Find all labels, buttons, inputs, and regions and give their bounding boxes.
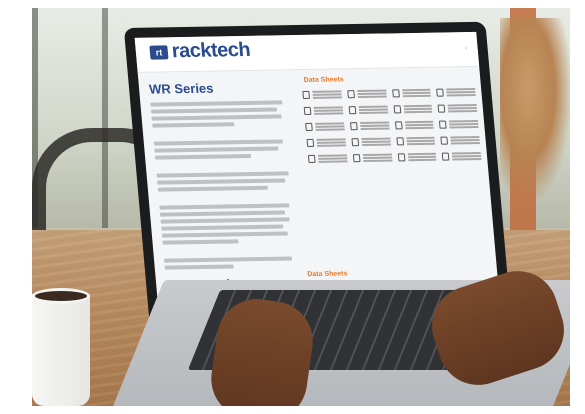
document-icon xyxy=(397,153,406,162)
datasheet-link[interactable] xyxy=(351,137,391,148)
document-icon xyxy=(308,154,316,163)
text-line xyxy=(151,114,283,121)
text-line xyxy=(150,107,278,114)
datasheet-link[interactable] xyxy=(397,152,437,163)
document-icon xyxy=(304,106,312,116)
section-title: WR Series xyxy=(148,80,215,97)
text-line xyxy=(157,185,268,192)
document-icon xyxy=(305,122,314,132)
document-icon xyxy=(350,122,358,131)
document-icon xyxy=(396,137,404,146)
datasheet-link[interactable] xyxy=(437,103,478,114)
logo-text[interactable]: racktech xyxy=(171,39,251,63)
document-icon xyxy=(302,90,311,100)
site-nav: ⌕ xyxy=(405,45,468,51)
text-line xyxy=(154,146,279,153)
datasheet-link[interactable] xyxy=(391,88,432,99)
text-line xyxy=(154,153,252,160)
datasheet-grid xyxy=(302,87,482,164)
text-line xyxy=(159,203,290,210)
text-line xyxy=(152,122,235,128)
text-line xyxy=(156,171,289,178)
document-icon xyxy=(439,120,447,129)
text-line xyxy=(164,264,234,270)
document-icon xyxy=(440,136,449,145)
text-line xyxy=(159,210,286,217)
document-icon xyxy=(352,154,361,163)
datasheet-link[interactable] xyxy=(306,137,347,148)
datasheet-link[interactable] xyxy=(350,121,390,132)
datasheet-link[interactable] xyxy=(394,120,434,131)
document-icon xyxy=(306,138,315,148)
datasheet-link[interactable] xyxy=(393,104,433,115)
document-icon xyxy=(348,106,357,115)
datasheet-link[interactable] xyxy=(436,87,476,98)
photo: rt racktech ⌕ WR Series Data Sheets Data… xyxy=(32,8,570,406)
datasheet-link[interactable] xyxy=(302,89,342,100)
coffee-surface xyxy=(32,288,90,304)
datasheets-heading: Data Sheets xyxy=(307,270,348,279)
datasheet-link[interactable] xyxy=(440,135,480,146)
text-line xyxy=(157,178,285,185)
search-icon[interactable]: ⌕ xyxy=(465,45,468,50)
document-icon xyxy=(393,105,401,114)
document-icon xyxy=(437,104,446,113)
text-line xyxy=(153,139,283,146)
coffee-cup xyxy=(32,294,90,406)
document-icon xyxy=(394,121,403,130)
datasheet-link[interactable] xyxy=(439,119,479,130)
document-icon xyxy=(351,138,360,147)
document-icon xyxy=(442,152,450,161)
datasheet-link[interactable] xyxy=(308,153,348,164)
datasheet-link[interactable] xyxy=(347,89,387,100)
text-line xyxy=(150,100,283,107)
document-icon xyxy=(347,90,355,99)
text-line xyxy=(160,217,290,224)
text-line xyxy=(161,231,289,238)
text-line xyxy=(163,256,292,263)
document-icon xyxy=(391,89,400,98)
text-line xyxy=(161,224,284,231)
background-plant xyxy=(500,18,570,198)
datasheet-link[interactable] xyxy=(352,153,393,164)
datasheet-link[interactable] xyxy=(305,121,345,132)
datasheet-link[interactable] xyxy=(348,105,388,116)
datasheets-heading: Data Sheets xyxy=(303,76,345,84)
document-icon xyxy=(436,88,445,97)
datasheet-link[interactable] xyxy=(304,105,344,116)
text-line xyxy=(162,239,239,245)
datasheet-link[interactable] xyxy=(442,151,482,162)
logo-mark[interactable]: rt xyxy=(149,45,169,60)
datasheet-link[interactable] xyxy=(396,136,436,147)
